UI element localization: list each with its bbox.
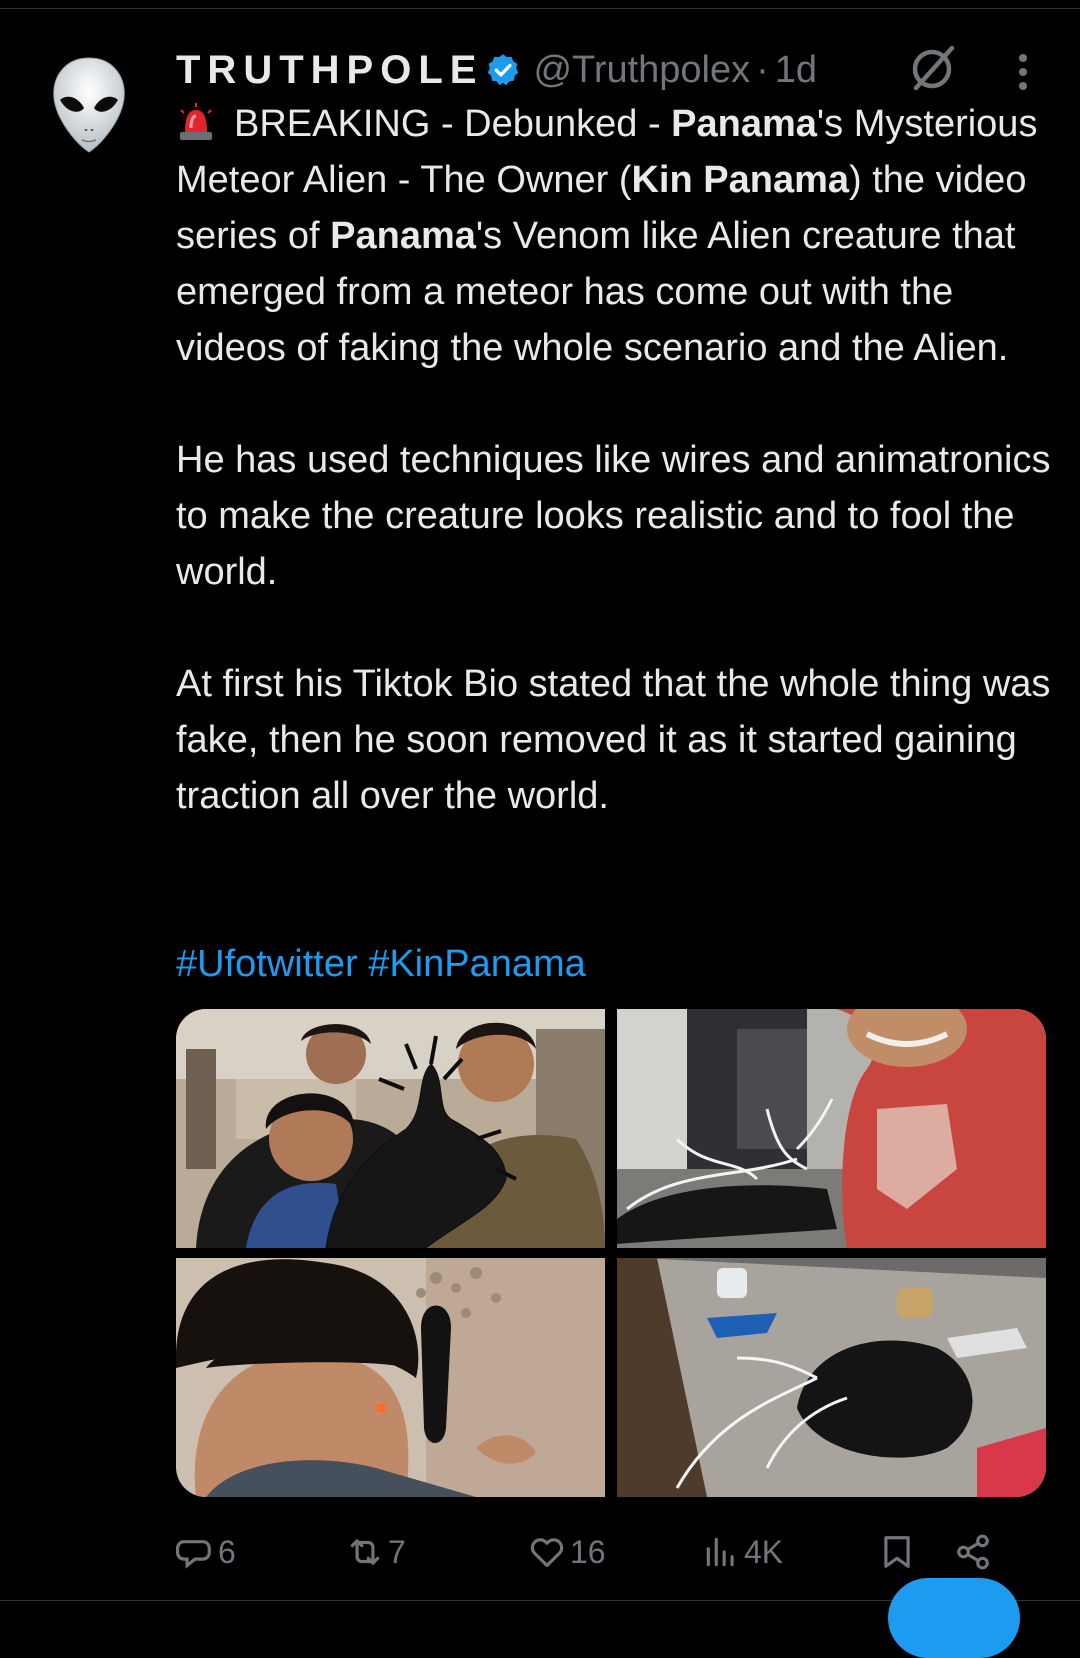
view-count: 4K <box>744 1533 784 1570</box>
bold-text: Kin Panama <box>631 159 850 201</box>
top-divider <box>0 8 1080 9</box>
hashtag-kinpanama[interactable]: #KinPanama <box>368 943 586 985</box>
author-name[interactable]: TRUTHPOLE <box>176 48 483 93</box>
media-grid <box>176 1009 1046 1497</box>
compose-fab[interactable] <box>888 1578 1020 1658</box>
siren-emoji <box>180 103 212 140</box>
bold-text: Panama <box>671 103 817 145</box>
hashtags: #Ufotwitter #KinPanama <box>176 936 586 992</box>
post-header: TRUTHPOLE @Truthpolex · 1d <box>176 42 817 98</box>
hashtag-ufotwitter[interactable]: #Ufotwitter <box>176 943 358 985</box>
repost-button[interactable]: 7 <box>346 1524 406 1580</box>
like-button[interactable]: 16 <box>528 1524 606 1580</box>
share-button[interactable] <box>954 1524 996 1580</box>
verified-badge-icon <box>488 54 519 86</box>
bold-text: Panama <box>330 215 476 257</box>
post-age[interactable]: 1d <box>775 49 817 92</box>
post-paragraph-3: At first his Tiktok Bio stated that the … <box>176 663 1051 817</box>
share-icon <box>957 1534 989 1570</box>
more-icon[interactable] <box>1008 50 1038 94</box>
like-count: 16 <box>570 1533 606 1570</box>
action-bar: 6 7 16 4K <box>176 1524 1056 1580</box>
alien-avatar[interactable] <box>52 56 126 156</box>
bookmark-icon <box>884 1536 910 1568</box>
media-photo-4[interactable] <box>617 1258 1046 1497</box>
repost-icon <box>350 1539 380 1565</box>
post-paragraph-1: BREAKING - Debunked - Panama's Mysteriou… <box>176 96 1056 376</box>
media-photo-2[interactable] <box>617 1009 1046 1248</box>
separator-dot: · <box>756 48 769 91</box>
author-handle[interactable]: @Truthpolex <box>533 49 750 92</box>
grok-icon[interactable] <box>908 42 958 94</box>
text-run: BREAKING - Debunked - <box>234 103 672 145</box>
repost-count: 7 <box>388 1533 406 1570</box>
media-photo-3[interactable] <box>176 1258 605 1497</box>
reply-button[interactable]: 6 <box>176 1524 236 1580</box>
bookmark-button[interactable] <box>878 1524 920 1580</box>
views-button[interactable]: 4K <box>702 1524 783 1580</box>
post-paragraph-2: He has used techniques like wires and an… <box>176 439 1051 593</box>
reply-count: 6 <box>218 1533 236 1570</box>
views-icon <box>706 1537 734 1567</box>
media-photo-1[interactable] <box>176 1009 605 1248</box>
heart-icon <box>530 1538 564 1568</box>
reply-icon <box>176 1540 211 1569</box>
post-text: BREAKING - Debunked - Panama's Mysteriou… <box>176 96 1056 824</box>
